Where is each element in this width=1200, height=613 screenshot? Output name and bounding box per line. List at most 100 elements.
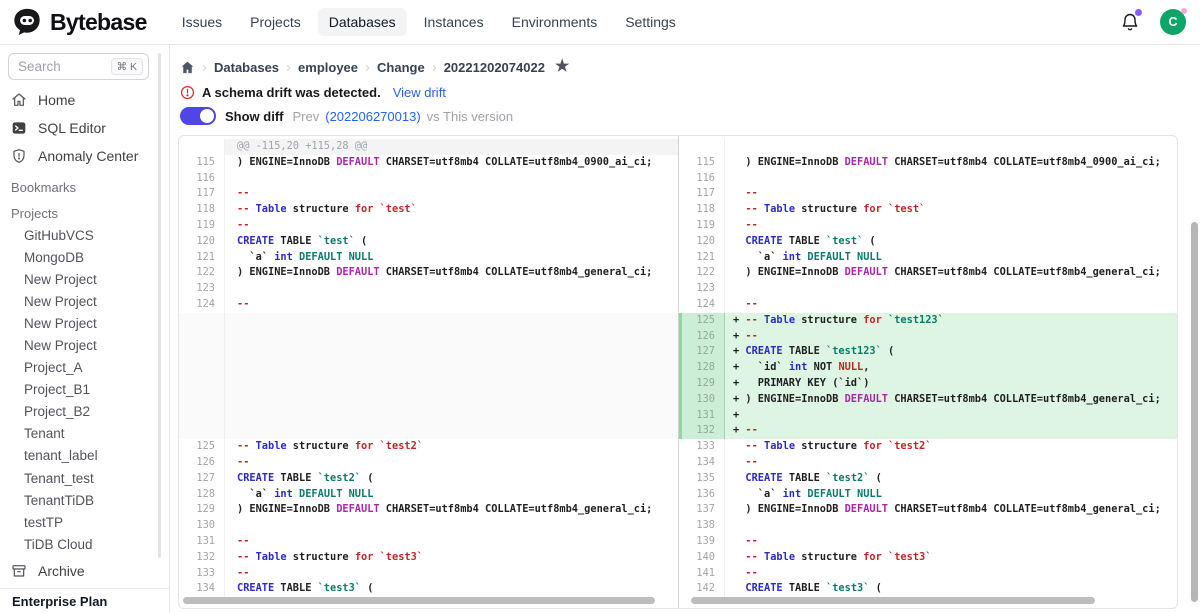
diff-line	[179, 329, 678, 345]
diff-line-added: 125+ -- Table structure for `test123`	[679, 313, 1177, 329]
line-number: 123	[679, 281, 725, 297]
diff-line: 124 --	[679, 297, 1177, 313]
sidebar-project-item[interactable]: MongoDB	[0, 246, 161, 268]
line-number: 117	[679, 186, 725, 202]
diff-panel-current[interactable]: 115 ) ENGINE=InnoDB DEFAULT CHARSET=utf8…	[679, 136, 1177, 608]
sidebar-item-sql-editor[interactable]: SQL Editor	[0, 114, 161, 142]
line-number	[179, 360, 225, 376]
code-line: + ) ENGINE=InnoDB DEFAULT CHARSET=utf8mb…	[725, 392, 1177, 408]
diff-line	[679, 139, 1177, 155]
code-line: --	[225, 297, 678, 313]
show-diff-toggle[interactable]	[180, 107, 216, 125]
diff-line: 128 `a` int DEFAULT NULL	[179, 487, 678, 503]
sidebar-project-item[interactable]: New Project	[0, 268, 161, 290]
brand[interactable]: Bytebase	[12, 7, 147, 37]
breadcrumb-home-icon[interactable]	[180, 60, 195, 75]
diff-line: 118-- Table structure for `test`	[179, 202, 678, 218]
line-number: 120	[679, 234, 725, 250]
line-number: 136	[679, 487, 725, 503]
sidebar-project-item[interactable]: TiDB Cloud	[0, 533, 161, 555]
diff-line: 136 `a` int DEFAULT NULL	[679, 487, 1177, 503]
line-number: 118	[679, 202, 725, 218]
line-number: 128	[179, 487, 225, 503]
breadcrumb-item-change[interactable]: Change	[377, 60, 425, 75]
code-line: `a` int DEFAULT NULL	[725, 250, 1177, 266]
breadcrumb-separator: ›	[202, 60, 207, 75]
diff-left-hscrollbar[interactable]	[183, 597, 655, 604]
prev-version-link[interactable]: (202206270013)	[325, 109, 420, 124]
sidebar-item-home[interactable]: Home	[0, 86, 161, 114]
view-drift-link[interactable]: View drift	[393, 85, 446, 100]
line-number	[179, 376, 225, 392]
sidebar-project-item[interactable]: tenant_label	[0, 445, 161, 467]
line-number: 132	[679, 423, 725, 439]
sidebar-item-label: Anomaly Center	[38, 148, 138, 164]
breadcrumb-item-databases[interactable]: Databases	[214, 60, 279, 75]
line-number	[179, 423, 225, 439]
diff-line: 123	[679, 281, 1177, 297]
sidebar-project-item[interactable]: TenantTiDB	[0, 489, 161, 511]
line-number: 125	[179, 439, 225, 455]
breadcrumb-item-employee[interactable]: employee	[298, 60, 358, 75]
search-input[interactable]: Search ⌘ K	[8, 53, 149, 80]
code-line	[225, 392, 678, 408]
sidebar-project-item[interactable]: New Project	[0, 290, 161, 312]
line-number: 127	[179, 471, 225, 487]
diff-line	[179, 376, 678, 392]
diff-line: 140 -- Table structure for `test3`	[679, 550, 1177, 566]
main-content: ›Databases›employee›Change›2022120207402…	[170, 45, 1200, 613]
nav-item-projects[interactable]: Projects	[239, 8, 312, 36]
line-number	[179, 139, 225, 155]
line-number	[179, 329, 225, 345]
line-number: 124	[179, 297, 225, 313]
diff-line: 120 CREATE TABLE `test` (	[679, 234, 1177, 250]
notifications-bell-icon[interactable]	[1120, 12, 1140, 32]
line-number	[179, 392, 225, 408]
code-line: --	[725, 218, 1177, 234]
nav-item-instances[interactable]: Instances	[413, 8, 495, 36]
sidebar-project-item[interactable]: New Project	[0, 312, 161, 334]
code-line: ) ENGINE=InnoDB DEFAULT CHARSET=utf8mb4 …	[225, 502, 678, 518]
line-number: 142	[679, 581, 725, 597]
line-number: 134	[679, 455, 725, 471]
toggle-knob	[200, 109, 214, 123]
code-line: ) ENGINE=InnoDB DEFAULT CHARSET=utf8mb4 …	[725, 265, 1177, 281]
sidebar-project-item[interactable]: GitHubVCS	[0, 224, 161, 246]
diff-line: 127CREATE TABLE `test2` (	[179, 471, 678, 487]
diff-line: 134 --	[679, 455, 1177, 471]
schema-drift-banner: A schema drift was detected. View drift	[180, 85, 446, 100]
sidebar-project-item[interactable]: Project_B1	[0, 379, 161, 401]
line-number: 138	[679, 518, 725, 534]
line-number: 116	[179, 171, 225, 187]
nav-item-settings[interactable]: Settings	[614, 8, 687, 36]
sidebar-section-projects: Projects	[0, 204, 161, 222]
diff-right-hscrollbar[interactable]	[691, 597, 1095, 604]
code-line	[225, 344, 678, 360]
diff-line: 134CREATE TABLE `test3` (	[179, 581, 678, 597]
sidebar-item-archive[interactable]: Archive	[0, 557, 169, 585]
sidebar-project-item[interactable]: Tenant	[0, 423, 161, 445]
page-vscrollbar[interactable]	[1191, 222, 1198, 602]
nav-item-databases[interactable]: Databases	[318, 8, 407, 36]
diff-line	[179, 408, 678, 424]
line-number: 129	[679, 376, 725, 392]
diff-line: 120CREATE TABLE `test` (	[179, 234, 678, 250]
sidebar-scrollbar[interactable]	[158, 53, 161, 558]
sidebar-project-item[interactable]: New Project	[0, 334, 161, 356]
nav-item-issues[interactable]: Issues	[171, 8, 233, 36]
diff-panel-previous[interactable]: @@ -115,20 +115,28 @@115) ENGINE=InnoDB …	[179, 136, 679, 608]
diff-line: 123	[179, 281, 678, 297]
bookmark-star-icon[interactable]: ★	[555, 59, 569, 75]
diff-line-added: 132+ --	[679, 423, 1177, 439]
sidebar-item-anomaly-center[interactable]: Anomaly Center	[0, 142, 161, 170]
breadcrumb-separator: ›	[432, 60, 437, 75]
sidebar-project-item[interactable]: testTP	[0, 511, 161, 533]
diff-line-added: 126+ --	[679, 329, 1177, 345]
nav-item-environments[interactable]: Environments	[501, 8, 609, 36]
sidebar-project-item[interactable]: Project_A	[0, 357, 161, 379]
user-avatar[interactable]: C	[1160, 9, 1186, 35]
diff-line: 138	[679, 518, 1177, 534]
sidebar-project-item[interactable]: Project_B2	[0, 401, 161, 423]
sidebar-project-item[interactable]: Tenant_test	[0, 467, 161, 489]
diff-line: 119 --	[679, 218, 1177, 234]
